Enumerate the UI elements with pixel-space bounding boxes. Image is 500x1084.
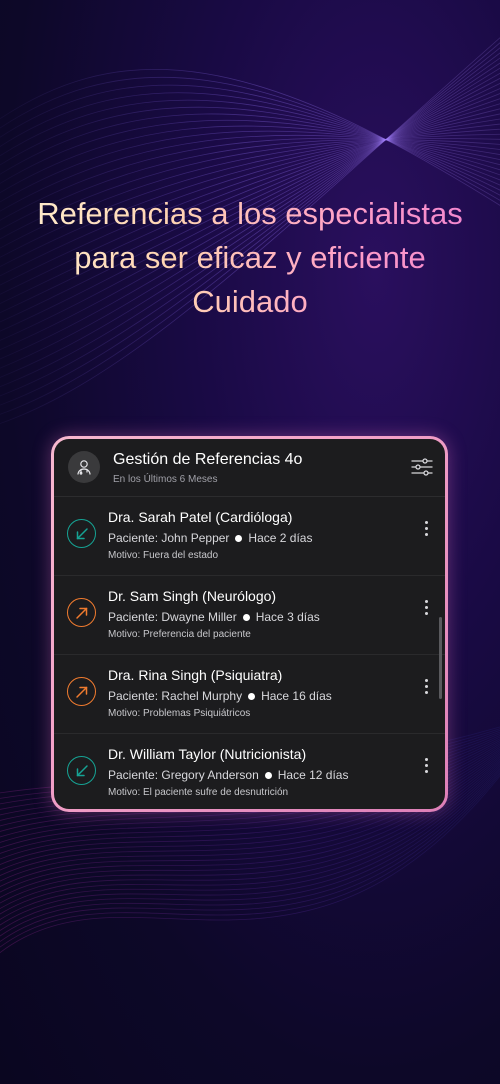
referral-item[interactable]: Dr. Sam Singh (Neurólogo) Paciente: Dway…: [54, 576, 445, 655]
doctor-avatar-icon: [68, 451, 100, 483]
referrals-card: Gestión de Referencias 4o En los Últimos…: [54, 439, 445, 809]
referral-patient: Paciente: Rachel Murphy: [108, 689, 243, 703]
referral-list: Dra. Sarah Patel (Cardióloga) Paciente: …: [54, 497, 445, 809]
headline-line-3: Cuidado: [192, 284, 308, 319]
referral-reason: Motivo: Preferencia del paciente: [108, 629, 251, 640]
referral-time: Hace 3 días: [255, 610, 320, 624]
referral-time: Hace 16 días: [261, 689, 332, 703]
referral-time: Hace 2 días: [248, 531, 313, 545]
more-options-icon[interactable]: [423, 758, 429, 778]
referral-reason: Motivo: El paciente sufre de desnutrició…: [108, 787, 289, 798]
referral-reason: Motivo: Problemas Psiquiátricos: [108, 708, 251, 719]
referrals-card-frame: Gestión de Referencias 4o En los Últimos…: [51, 436, 448, 812]
outgoing-arrow-icon: [67, 598, 96, 627]
incoming-arrow-icon: [67, 519, 96, 548]
referral-patient: Paciente: John Pepper: [108, 531, 230, 545]
card-header: Gestión de Referencias 4o En los Últimos…: [54, 439, 445, 497]
headline-line-1: Referencias a los especialistas: [37, 196, 463, 231]
referral-patient: Paciente: Gregory Anderson: [108, 768, 259, 782]
referral-doctor: Dra. Rina Singh (Psiquiatra): [108, 667, 283, 683]
referral-item[interactable]: Dra. Rina Singh (Psiquiatra) Paciente: R…: [54, 655, 445, 734]
referral-reason: Motivo: Fuera del estado: [108, 550, 219, 561]
referral-doctor: Dra. Sarah Patel (Cardióloga): [108, 509, 293, 525]
headline-line-2: para ser eficaz y eficiente: [74, 240, 426, 275]
separator-dot: [242, 613, 250, 621]
separator-dot: [264, 771, 272, 779]
referral-patient: Paciente: Dwayne Miller: [108, 610, 237, 624]
separator-dot: [248, 692, 256, 700]
separator-dot: [235, 534, 243, 542]
card-title: Gestión de Referencias 4o: [113, 451, 303, 468]
referral-meta: Paciente: Dwayne Miller Hace 3 días: [108, 610, 320, 624]
referral-doctor: Dr. Sam Singh (Neurólogo): [108, 588, 277, 604]
more-options-icon[interactable]: [423, 600, 429, 620]
filter-sliders-icon[interactable]: [411, 457, 433, 477]
referral-meta: Paciente: Gregory Anderson Hace 12 días: [108, 768, 348, 782]
list-scrollbar[interactable]: [439, 617, 442, 699]
referral-time: Hace 12 días: [277, 768, 349, 782]
referral-meta: Paciente: John Pepper Hace 2 días: [108, 531, 312, 545]
referral-item[interactable]: Dra. Sarah Patel (Cardióloga) Paciente: …: [54, 497, 445, 576]
more-options-icon[interactable]: [423, 521, 429, 541]
referral-meta: Paciente: Rachel Murphy Hace 16 días: [108, 689, 332, 703]
referral-doctor: Dr. William Taylor (Nutricionista): [108, 746, 307, 762]
referral-item[interactable]: Dr. William Taylor (Nutricionista) Pacie…: [54, 734, 445, 809]
incoming-arrow-icon: [67, 756, 96, 785]
card-subtitle: En los Últimos 6 Meses: [113, 474, 218, 485]
outgoing-arrow-icon: [67, 677, 96, 706]
more-options-icon[interactable]: [423, 679, 429, 699]
headline: Referencias a los especialistas para ser…: [0, 192, 500, 324]
